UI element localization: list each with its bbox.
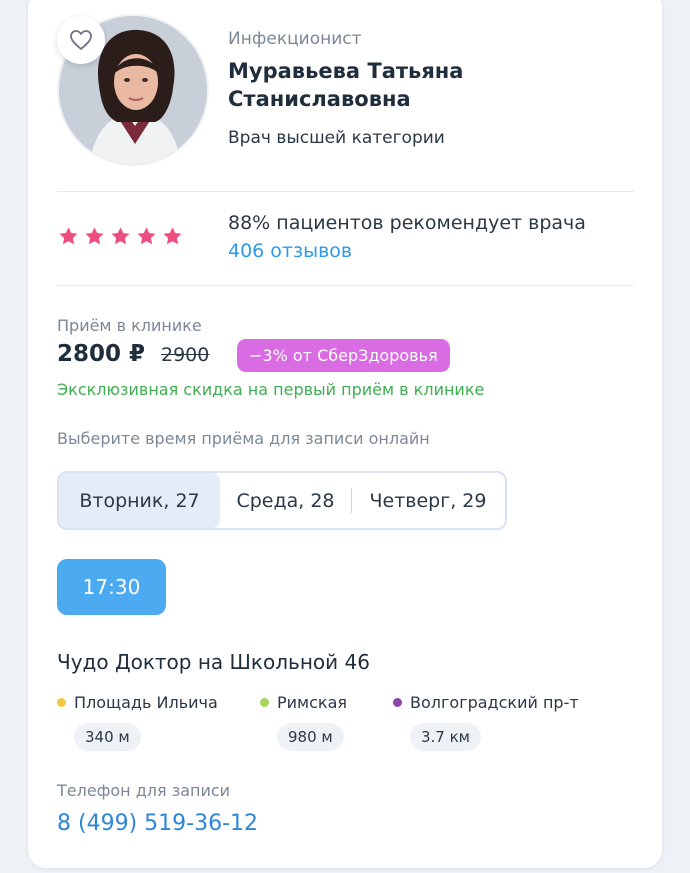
metro-distance: 3.7 км [410,723,481,751]
choose-time-prompt: Выберите время приёма для записи онлайн [57,429,430,448]
clinic-name[interactable]: Чудо Доктор на Школьной 46 [57,650,370,674]
reviews-link[interactable]: 406 отзывов [228,240,352,262]
metro-station-name: Волгоградский пр-т [410,693,579,712]
metro-distance: 340 м [74,723,141,751]
day-tab-tuesday[interactable]: Вторник, 27 [59,473,220,528]
star-icon [85,227,104,245]
favorite-button[interactable] [57,16,105,64]
metro-line-dot [57,698,66,707]
doctor-name[interactable]: Муравьева Татьяна Станиславовна [228,57,608,113]
discount-badge: −3% от СберЗдоровья [237,339,450,372]
old-price: 2900 [161,344,210,366]
time-slot-button[interactable]: 17:30 [57,559,166,615]
metro-station-name: Римская [277,693,348,712]
recommend-text: 88% пациентов рекомендует врача [228,212,586,234]
divider [57,285,634,286]
divider [57,191,634,192]
exclusive-discount-note: Эксклюзивная скидка на первый приём в кл… [57,380,485,399]
metro-distance: 980 м [277,723,344,751]
star-icon [111,227,130,245]
star-icon [59,227,78,245]
star-icon [137,227,156,245]
day-tab-wednesday[interactable]: Среда, 28 [220,473,351,528]
metro-line-dot [260,698,269,707]
phone-number-link[interactable]: 8 (499) 519-36-12 [57,811,258,836]
current-price: 2800 ₽ [57,341,146,367]
day-tab-thursday[interactable]: Четверг, 29 [351,473,505,528]
doctor-specialty: Инфекционист [228,29,362,49]
heart-outline-icon [70,30,92,50]
day-selector: Вторник, 27 Среда, 28 Четверг, 29 [57,471,507,530]
metro-station-name: Площадь Ильича [74,693,218,712]
star-icon [163,227,182,245]
metro-station: Волгоградский пр-т [393,693,579,712]
doctor-category: Врач высшей категории [228,128,445,148]
phone-label: Телефон для записи [57,781,231,800]
metro-line-dot [393,698,402,707]
visit-type-label: Приём в клинике [57,316,202,335]
metro-station: Площадь Ильича [57,693,218,712]
metro-station: Римская [260,693,347,712]
rating-stars [58,226,183,247]
